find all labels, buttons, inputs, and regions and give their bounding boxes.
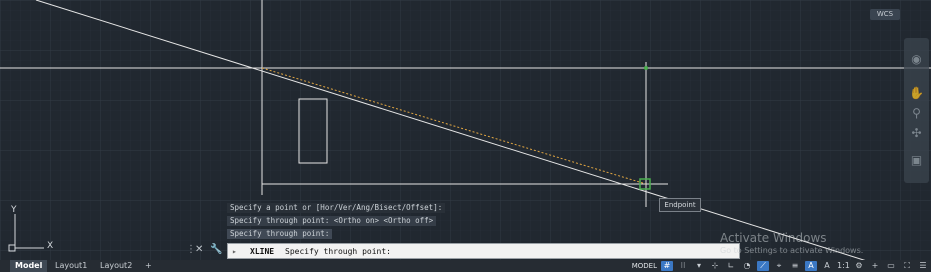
status-toggles: MODEL # ⁝⁝ ▾ ⊹ ∟ ◔ ⟋ ⌖ ≡ A A 1:1 ⚙ + ▭ ⛶… — [632, 260, 929, 272]
command-history-line-3: Specify through point: — [227, 229, 333, 239]
command-line-tools: ⋮ ✕ 🔧 — [185, 243, 225, 259]
osnap-icon[interactable]: ⌖ — [773, 261, 785, 271]
annotation-scale[interactable]: 1:1 — [837, 261, 850, 271]
polar-icon[interactable]: ◔ — [741, 261, 753, 271]
navigation-bar[interactable]: ◉ ✋ ⚲ ✣ ▣ — [904, 38, 929, 183]
osnap-tooltip: Endpoint — [659, 198, 701, 212]
pan-hand-icon[interactable]: ✋ — [909, 86, 924, 101]
ucs-x-label: X — [47, 241, 53, 251]
fullscreen-icon[interactable]: ⛶ — [901, 261, 913, 271]
ortho-icon[interactable]: ∟ — [725, 261, 737, 271]
command-line-input[interactable]: ▸ XLINE Specify through point: — [227, 243, 740, 259]
zoom-icon[interactable]: ⚲ — [909, 106, 924, 121]
drawing-area[interactable]: Y X WCS ◉ ✋ ⚲ ✣ ▣ Endpoint Specify a poi… — [0, 0, 931, 272]
snap-icon[interactable]: ⁝⁝ — [677, 261, 689, 271]
plus-icon[interactable]: + — [869, 261, 881, 271]
add-layout-button[interactable]: + — [140, 260, 157, 272]
command-history-line-1: Specify a point or [Hor/Ver/Ang/Bisect/O… — [227, 203, 446, 213]
tab-model[interactable]: Model — [10, 260, 48, 272]
command-name: XLINE — [250, 247, 275, 256]
tab-layout2[interactable]: Layout2 — [95, 260, 137, 272]
wrench-icon[interactable]: 🔧 — [210, 244, 222, 255]
command-prompt: Specify through point: — [285, 247, 391, 256]
activate-windows-watermark: Activate Windows Go to Settings to activ… — [720, 231, 863, 255]
chevron-down-icon[interactable]: ▾ — [693, 261, 705, 271]
command-history-line-2: Specify through point: <Ortho on> <Ortho… — [227, 216, 437, 226]
autoscale-icon[interactable]: A — [821, 261, 833, 271]
showmotion-icon[interactable]: ▣ — [909, 153, 924, 168]
orbit-icon[interactable]: ✣ — [909, 126, 924, 141]
annotation-visibility-icon[interactable]: A — [805, 261, 817, 271]
dynamic-input-icon[interactable]: ⊹ — [709, 261, 721, 271]
ucs-y-label: Y — [10, 205, 17, 215]
model-space-toggle[interactable]: MODEL — [632, 262, 657, 270]
close-icon[interactable]: ✕ — [195, 244, 203, 255]
command-prompt-icon: ▸ — [232, 247, 237, 256]
gear-icon[interactable]: ⚙ — [853, 261, 865, 271]
watermark-title: Activate Windows — [720, 231, 827, 245]
steeringwheel-icon[interactable]: ◉ — [909, 52, 924, 67]
hardware-acceleration-icon[interactable]: ▭ — [885, 261, 897, 271]
isodraft-icon[interactable]: ⟋ — [757, 261, 769, 271]
menu-icon[interactable]: ☰ — [917, 261, 929, 271]
lineweight-icon[interactable]: ≡ — [789, 261, 801, 271]
watermark-subtitle: Go to Settings to activate Windows. — [720, 246, 864, 255]
grid-icon[interactable]: # — [661, 261, 673, 271]
tab-layout1[interactable]: Layout1 — [50, 260, 92, 272]
viewcube-wcs[interactable]: WCS — [870, 9, 900, 20]
